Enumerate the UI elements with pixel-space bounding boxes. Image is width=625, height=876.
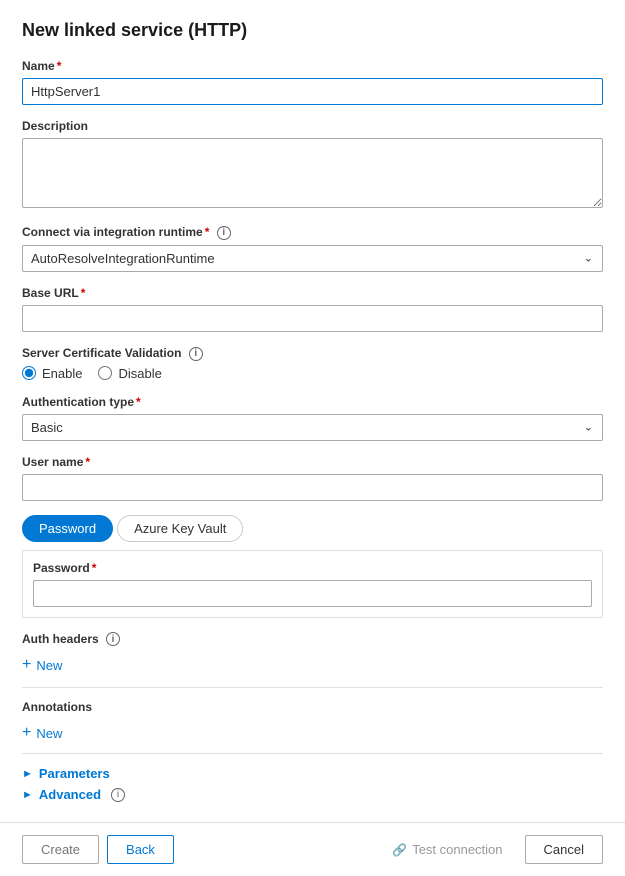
- back-button[interactable]: Back: [107, 835, 174, 864]
- advanced-section[interactable]: ► Advanced i: [22, 787, 603, 802]
- azure-key-vault-tab-button[interactable]: Azure Key Vault: [117, 515, 243, 542]
- enable-radio-option[interactable]: Enable: [22, 366, 82, 381]
- disable-radio-label: Disable: [118, 366, 161, 381]
- password-input[interactable]: [33, 580, 592, 607]
- disable-radio-option[interactable]: Disable: [98, 366, 161, 381]
- description-input[interactable]: [22, 138, 603, 208]
- username-field-group: User name*: [22, 455, 603, 501]
- auth-type-select[interactable]: Basic Anonymous Digest Windows ClientCer…: [22, 414, 603, 441]
- enable-radio-label: Enable: [42, 366, 82, 381]
- password-tab-group: Password Azure Key Vault Password*: [22, 515, 603, 618]
- disable-radio-input[interactable]: [98, 366, 112, 380]
- username-input[interactable]: [22, 474, 603, 501]
- create-button[interactable]: Create: [22, 835, 99, 864]
- cancel-button[interactable]: Cancel: [525, 835, 603, 864]
- name-input[interactable]: [22, 78, 603, 105]
- runtime-info-icon[interactable]: i: [217, 226, 231, 240]
- runtime-label: Connect via integration runtime* i: [22, 225, 603, 240]
- description-field-group: Description: [22, 119, 603, 211]
- runtime-field-group: Connect via integration runtime* i AutoR…: [22, 225, 603, 272]
- password-tab-button[interactable]: Password: [22, 515, 113, 542]
- auth-type-field-group: Authentication type* Basic Anonymous Dig…: [22, 395, 603, 441]
- password-tabs: Password Azure Key Vault: [22, 515, 603, 542]
- advanced-label: Advanced: [39, 787, 101, 802]
- base-url-input[interactable]: [22, 305, 603, 332]
- annotations-plus-icon: +: [22, 725, 31, 741]
- annotations-label: Annotations: [22, 700, 603, 714]
- advanced-chevron-icon: ►: [22, 789, 33, 801]
- server-cert-field-group: Server Certificate Validation i Enable D…: [22, 346, 603, 381]
- test-connection-button[interactable]: 🔗 Test connection: [378, 836, 516, 863]
- auth-headers-label: Auth headers i: [22, 632, 603, 647]
- base-url-field-group: Base URL*: [22, 286, 603, 332]
- server-cert-radio-group: Enable Disable: [22, 366, 603, 381]
- annotations-section: Annotations + New: [22, 700, 603, 741]
- test-connection-link-icon: 🔗: [392, 843, 407, 857]
- password-section: Password*: [22, 550, 603, 618]
- divider-1: [22, 687, 603, 688]
- form-area: New linked service (HTTP) Name* Descript…: [0, 0, 625, 822]
- page-title: New linked service (HTTP): [22, 20, 603, 41]
- name-field-group: Name*: [22, 59, 603, 105]
- description-label: Description: [22, 119, 603, 133]
- server-cert-info-icon[interactable]: i: [189, 347, 203, 361]
- parameters-chevron-icon: ►: [22, 768, 33, 780]
- divider-2: [22, 753, 603, 754]
- server-cert-label: Server Certificate Validation i: [22, 346, 603, 361]
- auth-headers-new-button[interactable]: + New: [22, 657, 62, 673]
- username-label: User name*: [22, 455, 603, 469]
- parameters-section[interactable]: ► Parameters: [22, 766, 603, 781]
- password-field-label: Password*: [33, 561, 592, 575]
- base-url-label: Base URL*: [22, 286, 603, 300]
- runtime-select[interactable]: AutoResolveIntegrationRuntime: [22, 245, 603, 272]
- auth-headers-field-group: Auth headers i + New: [22, 632, 603, 674]
- enable-radio-input[interactable]: [22, 366, 36, 380]
- footer-bar: Create Back 🔗 Test connection Cancel: [0, 822, 625, 876]
- auth-headers-plus-icon: +: [22, 657, 31, 673]
- auth-type-select-wrapper: Basic Anonymous Digest Windows ClientCer…: [22, 414, 603, 441]
- annotations-new-button[interactable]: + New: [22, 725, 62, 741]
- parameters-label: Parameters: [39, 766, 110, 781]
- name-label: Name*: [22, 59, 603, 73]
- page-container: New linked service (HTTP) Name* Descript…: [0, 0, 625, 876]
- auth-type-label: Authentication type*: [22, 395, 603, 409]
- auth-headers-info-icon[interactable]: i: [106, 632, 120, 646]
- footer-right: 🔗 Test connection Cancel: [378, 835, 603, 864]
- runtime-select-wrapper: AutoResolveIntegrationRuntime ⌄: [22, 245, 603, 272]
- advanced-info-icon[interactable]: i: [111, 788, 125, 802]
- footer-left: Create Back: [22, 835, 174, 864]
